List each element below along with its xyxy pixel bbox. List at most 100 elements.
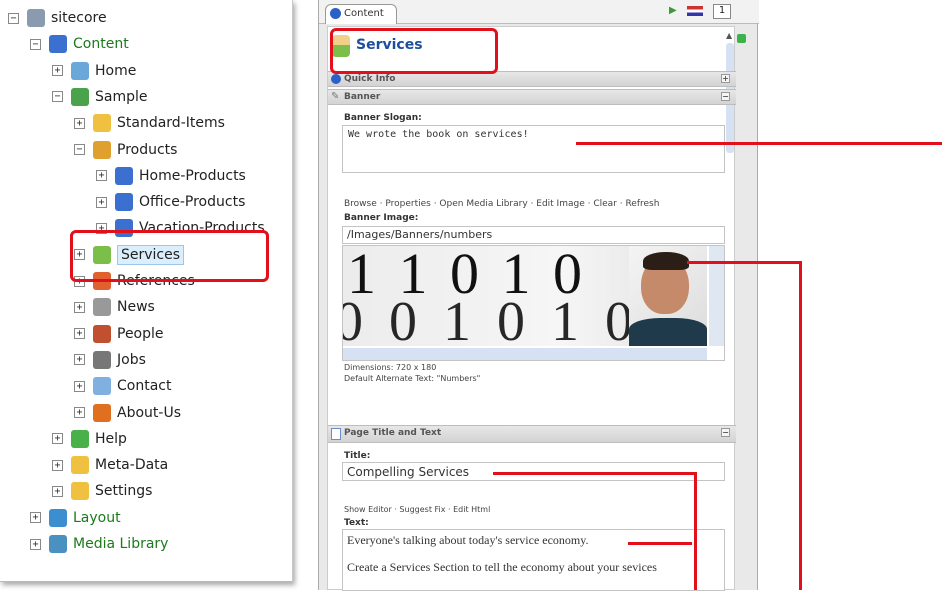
tree-item-label: Standard-Items [117,115,225,132]
expand-icon[interactable]: + [74,407,85,418]
tree-item-people[interactable]: + People [74,321,164,347]
flag-icon[interactable] [687,6,703,16]
image-hscrollbar[interactable] [343,348,707,360]
page-icon [331,428,341,440]
info-icon [331,74,341,84]
tab-bar: Content ▶ 1 [319,0,759,24]
tree-item-sitecore[interactable]: − sitecore [8,5,107,31]
annotation-line-image-h [687,261,801,264]
expand-icon[interactable]: + [52,459,63,471]
expand-icon[interactable]: + [52,433,63,445]
tree-item-home-products[interactable]: + Home-Products [96,163,246,189]
jobs-icon [93,350,111,369]
help-icon [71,429,89,448]
collapse-icon[interactable]: − [30,38,41,50]
tree-item-layout[interactable]: + Layout [30,505,121,531]
tree-item-label: Settings [95,483,153,500]
expand-icon[interactable]: + [74,354,85,366]
annotation-line-title-h [493,472,697,475]
editor-body: Services ▲ Quick Info + ✎ Banner − Banne… [327,26,736,591]
page-icon [27,9,45,27]
section-label: Banner [344,92,381,102]
banner-image-path[interactable]: /Images/Banners/numbers [342,226,725,244]
collapse-icon[interactable]: − [74,144,85,155]
tree-item-label: Layout [73,509,121,526]
expand-icon[interactable]: + [30,512,41,524]
tree-item-label: Sample [95,88,148,105]
layout-icon [49,508,67,527]
text-line-1: Everyone's talking about today's service… [347,533,589,547]
tree-item-office-products[interactable]: + Office-Products [96,189,245,215]
tree-item-contact[interactable]: + Contact [74,373,171,399]
folder-icon [71,482,89,501]
expand-icon[interactable]: + [96,196,107,208]
expand-icon[interactable]: + [30,538,41,550]
expand-icon[interactable]: + [74,301,85,313]
tree-item-home[interactable]: + Home [52,58,136,84]
section-page-title[interactable]: Page Title and Text − [328,425,736,443]
folder-icon [71,456,89,475]
image-digits-lower: 0 0 1 0 1 0 [343,291,639,346]
section-label: Quick Info [344,74,396,84]
text-line-2: Create a Services Section to tell the ec… [347,560,657,574]
tree-item-label: Home [95,62,137,79]
tab-content[interactable]: Content [325,4,397,24]
scroll-up-icon[interactable]: ▲ [726,31,734,40]
portrait-hair [643,252,689,270]
content-editor: Content ▶ 1 Services ▲ Quick Info + ✎ Ba… [318,0,759,591]
tree-item-label: Products [117,141,178,158]
image-dimensions: Dimensions: 720 x 180 [344,363,437,372]
tree-item-settings[interactable]: + Settings [52,478,152,504]
cubes-icon [115,166,133,185]
tree-item-label: Home-Products [139,167,246,184]
collapse-icon[interactable]: − [8,12,19,24]
image-alt-text: Default Alternate Text: "Numbers" [344,374,481,383]
expand-icon[interactable]: + [52,65,63,77]
text-label: Text: [344,518,369,528]
expand-icon[interactable]: + [74,117,85,129]
tree-item-media-library[interactable]: + Media Library [30,531,168,557]
tree-item-meta-data[interactable]: + Meta-Data [52,452,168,478]
contact-icon [93,377,111,396]
tree-item-label: Meta-Data [95,457,169,474]
play-icon[interactable]: ▶ [669,5,683,17]
banner-slogan-field[interactable]: We wrote the book on services! [342,125,725,173]
title-label: Title: [344,451,371,461]
tree-item-label: News [117,299,155,316]
section-banner[interactable]: ✎ Banner − [328,89,736,105]
collapse-icon[interactable]: − [721,92,730,101]
home-icon [71,61,89,80]
banner-slogan-label: Banner Slogan: [344,113,422,123]
wand-icon: ✎ [331,91,340,102]
tree-item-about-us[interactable]: + About-Us [74,400,181,426]
text-field[interactable]: Everyone's talking about today's service… [342,529,725,591]
tree-item-products[interactable]: − Products [74,137,177,163]
expand-icon[interactable]: + [721,74,730,83]
tree-item-label: Media Library [73,536,169,552]
tab-label: Content [344,8,384,19]
expand-icon[interactable]: + [52,485,63,497]
banner-image-label: Banner Image: [344,213,419,223]
expand-icon[interactable]: + [74,328,85,340]
image-actions[interactable]: Browse · Properties · Open Media Library… [344,199,659,209]
collapse-icon[interactable]: − [52,91,63,103]
text-actions[interactable]: Show Editor · Suggest Fix · Edit Html [344,505,490,514]
image-preview: 1 1 0 1 0 0 0 1 0 1 0 [342,245,725,361]
tree-item-content[interactable]: − Content [30,31,129,57]
expand-icon[interactable]: + [96,170,107,182]
globe-icon [330,8,341,19]
tree-item-label: Office-Products [139,194,246,211]
tree-item-sample[interactable]: − Sample [52,84,148,110]
tree-item-standard-items[interactable]: + Standard-Items [74,110,225,136]
collapse-icon[interactable]: − [721,428,730,437]
tree-item-jobs[interactable]: + Jobs [74,347,146,373]
tree-item-news[interactable]: + News [74,294,155,320]
annotation-line-slogan [576,142,942,145]
tree-item-label: Help [95,430,127,447]
tree-item-help[interactable]: + Help [52,426,127,452]
expand-icon[interactable]: + [74,380,85,392]
version-selector[interactable]: 1 [713,4,731,19]
portrait-shirt [629,318,707,346]
annotation-services-tree [70,230,269,282]
tree-item-label: People [117,325,164,342]
